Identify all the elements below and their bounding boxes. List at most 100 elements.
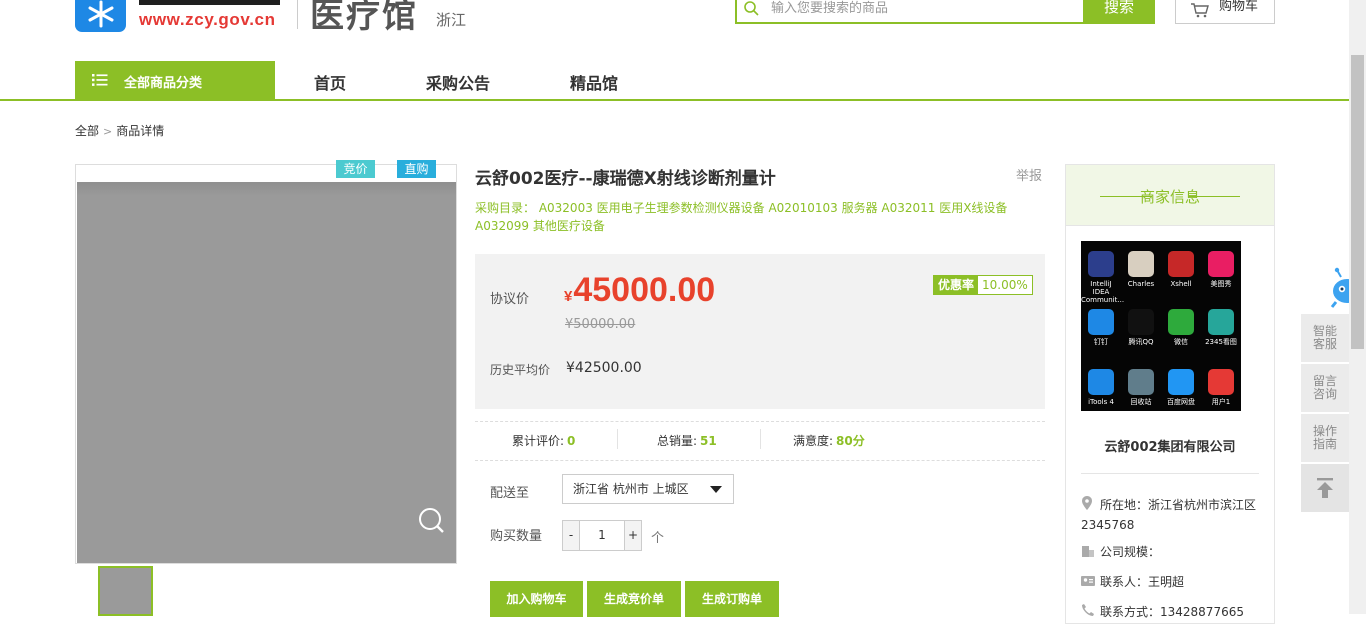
app-icon xyxy=(1088,251,1114,277)
desktop-icon-label: 用户1 xyxy=(1211,398,1231,406)
desktop-icon-label: 美图秀 xyxy=(1210,280,1232,288)
message-consult-button[interactable]: 留言咨询 xyxy=(1301,364,1349,412)
operation-guide-button[interactable]: 操作指南 xyxy=(1301,414,1349,462)
location-pin-icon xyxy=(1081,496,1095,510)
desktop-icon: IntelliJ IDEA Communit... xyxy=(1081,251,1125,304)
scrollbar-thumb[interactable] xyxy=(1351,55,1364,349)
app-icon xyxy=(1088,369,1114,395)
report-link[interactable]: 举报 xyxy=(1016,165,1042,184)
desktop-icon-label: Charles xyxy=(1127,280,1155,288)
bid-tag: 竞价 xyxy=(336,160,375,178)
app-icon xyxy=(1168,251,1194,277)
procurement-catalog[interactable]: 采购目录： A032003 医用电子生理参数检测仪器设备 A02010103 服… xyxy=(475,199,1015,235)
app-icon xyxy=(1168,309,1194,335)
desktop-icon-label: 回收站 xyxy=(1130,398,1152,406)
app-icon xyxy=(1088,309,1114,335)
logo-url[interactable]: www.zcy.gov.cn xyxy=(139,10,276,30)
app-icon xyxy=(1208,309,1234,335)
cart-label: 购物车 xyxy=(1219,0,1259,14)
desktop-icon: 钉钉 xyxy=(1081,309,1121,346)
history-price-value: ¥42500.00 xyxy=(566,360,642,376)
desktop-icon: 用户1 xyxy=(1201,369,1241,406)
search-button[interactable]: 搜索 xyxy=(1083,0,1155,24)
satisfaction-stat: 满意度: 80分 xyxy=(793,432,865,449)
create-bid-button[interactable]: 生成竞价单 xyxy=(587,581,681,617)
desktop-icon-label: 腾讯QQ xyxy=(1128,338,1154,346)
breadcrumb-root[interactable]: 全部 xyxy=(75,124,99,138)
desktop-icon-label: IntelliJ IDEA Communit... xyxy=(1081,280,1125,304)
robot-icon[interactable] xyxy=(1327,265,1349,311)
reviews-value: 0 xyxy=(567,434,576,448)
sales-value: 51 xyxy=(700,434,717,448)
shipping-region-select[interactable]: 浙江省 杭州市 上城区 xyxy=(562,474,734,504)
nav-premium-hall[interactable]: 精品馆 xyxy=(570,70,618,94)
merchant-logo[interactable]: IntelliJ IDEA Communit... Charles Xshell… xyxy=(1081,241,1241,411)
merchant-phone-text: 联系方式：13428877665 xyxy=(1100,605,1244,619)
add-to-cart-button[interactable]: 加入购物车 xyxy=(490,581,583,617)
smart-support-label: 智能客服 xyxy=(1312,324,1337,351)
desktop-icon-label: 2345看图 xyxy=(1205,338,1237,346)
quantity-label: 购买数量 xyxy=(490,529,543,544)
breadcrumb-current: 商品详情 xyxy=(116,124,165,138)
cart-button[interactable]: 购物车 xyxy=(1175,0,1275,24)
product-thumbnail[interactable] xyxy=(98,566,153,616)
desktop-icon-label: Xshell xyxy=(1170,280,1192,288)
quantity-decrease-button[interactable]: - xyxy=(563,521,580,550)
merchant-scale-text: 公司规模： xyxy=(1100,545,1161,559)
reviews-label: 累计评价: xyxy=(512,434,565,448)
reviews-stat[interactable]: 累计评价: 0 xyxy=(512,432,575,449)
app-icon xyxy=(1208,251,1234,277)
original-price: ¥50000.00 xyxy=(565,317,636,332)
smart-support-button[interactable]: 智能客服 xyxy=(1301,314,1349,362)
merchant-location-text: 所在地：浙江省杭州市滨江区2345768 xyxy=(1081,498,1257,532)
store-title: 医疗馆 xyxy=(310,0,418,36)
chevron-right-icon: > xyxy=(103,125,113,138)
app-icon xyxy=(1208,369,1234,395)
agreement-price-label: 协议价 xyxy=(490,292,530,307)
app-icon xyxy=(1128,251,1154,277)
desktop-icon: Xshell xyxy=(1161,251,1201,288)
desktop-icon: iTools 4 xyxy=(1081,369,1121,406)
direct-purchase-tag: 直购 xyxy=(397,160,436,178)
contact-card-icon xyxy=(1081,573,1095,586)
merchant-phone: 联系方式：13428877665 xyxy=(1081,602,1261,622)
discount-value: 10.00% xyxy=(978,276,1032,294)
arrow-up-icon xyxy=(1316,478,1334,502)
message-consult-label: 留言咨询 xyxy=(1312,374,1337,401)
quantity-increase-button[interactable]: + xyxy=(624,521,641,550)
operation-guide-label: 操作指南 xyxy=(1312,424,1337,451)
merchant-name[interactable]: 云舒002集团有限公司 xyxy=(1066,436,1274,455)
stat-separator xyxy=(760,429,761,449)
product-main-image[interactable] xyxy=(77,182,456,563)
desktop-icon: 腾讯QQ xyxy=(1121,309,1161,346)
search-input[interactable] xyxy=(771,0,1076,19)
desktop-icon: 微信 xyxy=(1161,309,1201,346)
discount-label: 优惠率 xyxy=(934,276,979,294)
desktop-icon-label: 钉钉 xyxy=(1094,338,1108,346)
satisfaction-value: 80分 xyxy=(836,434,865,448)
all-categories-label: 全部商品分类 xyxy=(124,76,203,91)
product-title: 云舒002医疗--康瑞德X射线诊断剂量计 xyxy=(475,169,776,189)
all-categories-menu[interactable]: 全部商品分类 xyxy=(75,61,275,100)
back-to-top-button[interactable] xyxy=(1301,464,1349,512)
region-name: 浙江 xyxy=(436,11,467,29)
quantity-input[interactable]: 1 xyxy=(580,521,624,550)
merchant-scale: 公司规模： xyxy=(1081,542,1261,562)
desktop-icon: 百度网盘 xyxy=(1161,369,1201,406)
create-order-button[interactable]: 生成订购单 xyxy=(685,581,779,617)
list-icon xyxy=(92,74,108,90)
zoom-icon[interactable] xyxy=(417,506,445,538)
logo-icon[interactable] xyxy=(75,0,126,32)
nav-procurement-notices[interactable]: 采购公告 xyxy=(426,70,490,94)
logo-divider xyxy=(297,0,298,29)
sales-stat: 总销量: 51 xyxy=(657,432,717,449)
merchant-contact-text: 联系人：王明超 xyxy=(1100,575,1185,589)
caret-down-icon xyxy=(710,486,722,493)
desktop-icon: 回收站 xyxy=(1121,369,1161,406)
merchant-title: 商家信息 xyxy=(1139,188,1200,206)
merchant-divider xyxy=(1081,473,1259,474)
agreement-price: ¥45000.00 xyxy=(564,271,715,310)
satisfaction-label: 满意度: xyxy=(793,434,834,448)
desktop-icon: 2345看图 xyxy=(1201,309,1241,346)
nav-home[interactable]: 首页 xyxy=(314,70,346,94)
